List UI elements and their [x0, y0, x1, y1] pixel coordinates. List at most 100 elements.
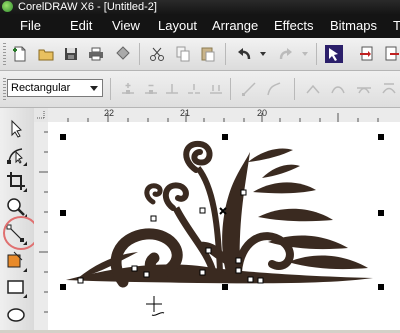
node-handle — [143, 271, 150, 278]
menu-bitmaps[interactable]: Bitmaps — [330, 14, 377, 38]
publish-icon[interactable] — [115, 46, 131, 62]
menu-edit[interactable]: Edit — [70, 14, 92, 38]
shape-tool[interactable] — [5, 144, 27, 166]
toolbar-grip[interactable] — [3, 78, 6, 100]
convert-to-line-icon[interactable] — [241, 81, 257, 97]
horizontal-ruler[interactable]: 22 21 20 — [48, 108, 400, 123]
node-handle — [240, 189, 247, 196]
zoom-tool[interactable] — [5, 196, 27, 218]
node-handle — [235, 257, 242, 264]
separator — [294, 78, 295, 100]
pick-tool[interactable] — [5, 118, 27, 140]
ornament-left-curl — [172, 206, 217, 274]
ornament-right-scroll — [234, 232, 294, 276]
toolbar-grip[interactable] — [3, 43, 6, 65]
separator — [139, 43, 140, 65]
chevron-down-icon[interactable] — [90, 86, 98, 91]
node-handle — [257, 277, 264, 284]
selection-handle — [222, 284, 228, 290]
undo-dropdown-icon[interactable] — [259, 50, 267, 58]
convert-to-curve-icon[interactable] — [266, 81, 282, 97]
flyout-arrow-icon — [23, 268, 27, 272]
symmetrical-node-icon[interactable] — [356, 81, 372, 97]
node-handle — [199, 207, 206, 214]
drawing-canvas[interactable] — [48, 122, 400, 330]
search-content-icon[interactable] — [325, 45, 343, 63]
crosshair-cursor-icon — [146, 296, 165, 316]
ruler-label: 22 — [104, 108, 115, 118]
ornament-leaf-4 — [288, 255, 368, 270]
cusp-node-icon[interactable] — [305, 81, 321, 97]
import-icon[interactable] — [360, 46, 376, 62]
ornament-artwork[interactable] — [48, 122, 400, 330]
menu-effects[interactable]: Effects — [274, 14, 314, 38]
node-handle — [247, 276, 254, 283]
selection-handle — [60, 284, 66, 290]
menu-file[interactable]: File — [20, 14, 41, 38]
selection-mode-value: Rectangular — [11, 82, 71, 94]
ornament-mid-spiral — [162, 182, 189, 211]
horizontal-ruler-ticks — [67, 113, 379, 122]
ornament-small-spiral — [144, 183, 163, 205]
node-handle — [199, 269, 206, 276]
delete-node-icon[interactable] — [143, 81, 159, 97]
node-handle — [150, 215, 157, 222]
selection-handle — [222, 134, 228, 140]
cut-icon[interactable] — [149, 46, 165, 62]
export-icon[interactable] — [384, 46, 400, 62]
ornament-leaf-1 — [253, 182, 316, 194]
join-nodes-icon[interactable] — [164, 81, 180, 97]
smart-fill-tool[interactable] — [5, 250, 27, 272]
open-folder-icon[interactable] — [38, 46, 54, 62]
break-curve-icon[interactable] — [186, 81, 202, 97]
ellipse-icon — [7, 308, 25, 322]
selection-mode-select[interactable]: Rectangular — [7, 79, 103, 97]
ruler-label: 21 — [180, 108, 191, 118]
paste-icon[interactable] — [200, 46, 216, 62]
smooth-node-icon[interactable] — [330, 81, 346, 97]
ruler-label: 20 — [257, 108, 268, 118]
separator — [316, 43, 317, 65]
coreldraw-app-icon[interactable] — [2, 1, 13, 12]
reverse-direction-icon[interactable] — [381, 81, 397, 97]
separator — [230, 78, 231, 100]
undo-icon[interactable] — [236, 46, 252, 62]
title-bar: CorelDRAW X6 - [Untitled-2] — [0, 0, 400, 14]
selection-handle — [60, 210, 66, 216]
menu-layout[interactable]: Layout — [158, 14, 197, 38]
selection-handle — [60, 134, 66, 140]
ornament-leaf-2 — [258, 208, 333, 222]
flyout-arrow-icon — [23, 294, 27, 298]
ruler-origin[interactable] — [34, 108, 49, 123]
flyout-arrow-icon — [23, 188, 27, 192]
node-handle — [131, 265, 138, 272]
pick-arrow-icon — [11, 119, 22, 138]
ornament-leaf-6 — [262, 164, 300, 178]
ornament-top-spiral — [183, 140, 213, 173]
window-title: CorelDRAW X6 - [Untitled-2] — [18, 1, 157, 13]
add-node-icon[interactable] — [120, 81, 136, 97]
print-icon[interactable] — [88, 46, 104, 62]
ellipse-tool[interactable] — [5, 303, 27, 325]
save-icon[interactable] — [63, 46, 79, 62]
menu-tools[interactable]: T — [393, 14, 400, 38]
new-document-icon[interactable] — [12, 46, 28, 62]
extract-subpath-icon[interactable] — [208, 81, 224, 97]
vertical-ruler-ticks — [39, 131, 48, 313]
menu-view[interactable]: View — [112, 14, 140, 38]
rectangle-tool[interactable] — [5, 276, 27, 298]
flyout-arrow-icon — [23, 162, 27, 166]
menu-arrange[interactable]: Arrange — [212, 14, 258, 38]
selection-handle — [378, 134, 384, 140]
node-handle — [205, 247, 212, 254]
separator — [225, 43, 226, 65]
standard-toolbar — [0, 38, 400, 71]
copy-icon[interactable] — [175, 46, 191, 62]
redo-dropdown-icon[interactable] — [301, 50, 309, 58]
ruler-origin-icon — [37, 111, 45, 119]
ornament-leaf-5 — [248, 148, 293, 162]
menu-bar: File Edit View Layout Arrange Effects Bi… — [0, 14, 400, 38]
crop-tool[interactable] — [5, 170, 27, 192]
vertical-ruler[interactable] — [34, 122, 49, 330]
redo-icon[interactable] — [278, 46, 294, 62]
